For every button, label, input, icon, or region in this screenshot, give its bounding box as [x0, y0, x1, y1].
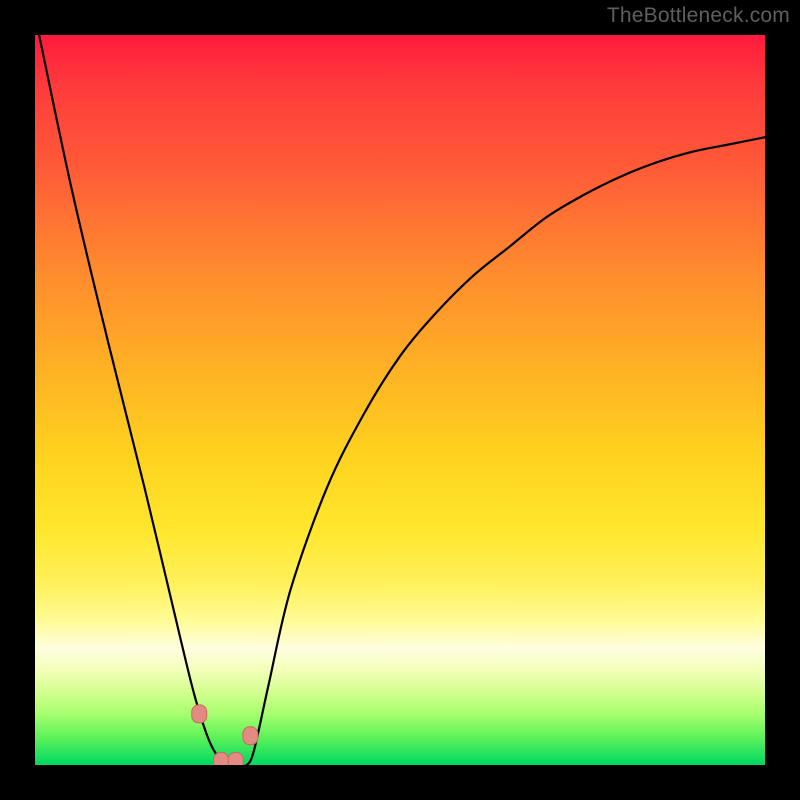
curve-marker: [214, 752, 229, 765]
chart-container: TheBottleneck.com: [0, 0, 800, 800]
bottleneck-curve: [35, 35, 765, 765]
curve-marker: [228, 752, 243, 765]
curve-marker: [243, 727, 258, 745]
curve-marker: [192, 705, 207, 723]
curve-path: [35, 35, 765, 765]
attribution-text: TheBottleneck.com: [607, 4, 790, 28]
curve-markers: [192, 705, 258, 765]
plot-area: [35, 35, 765, 765]
